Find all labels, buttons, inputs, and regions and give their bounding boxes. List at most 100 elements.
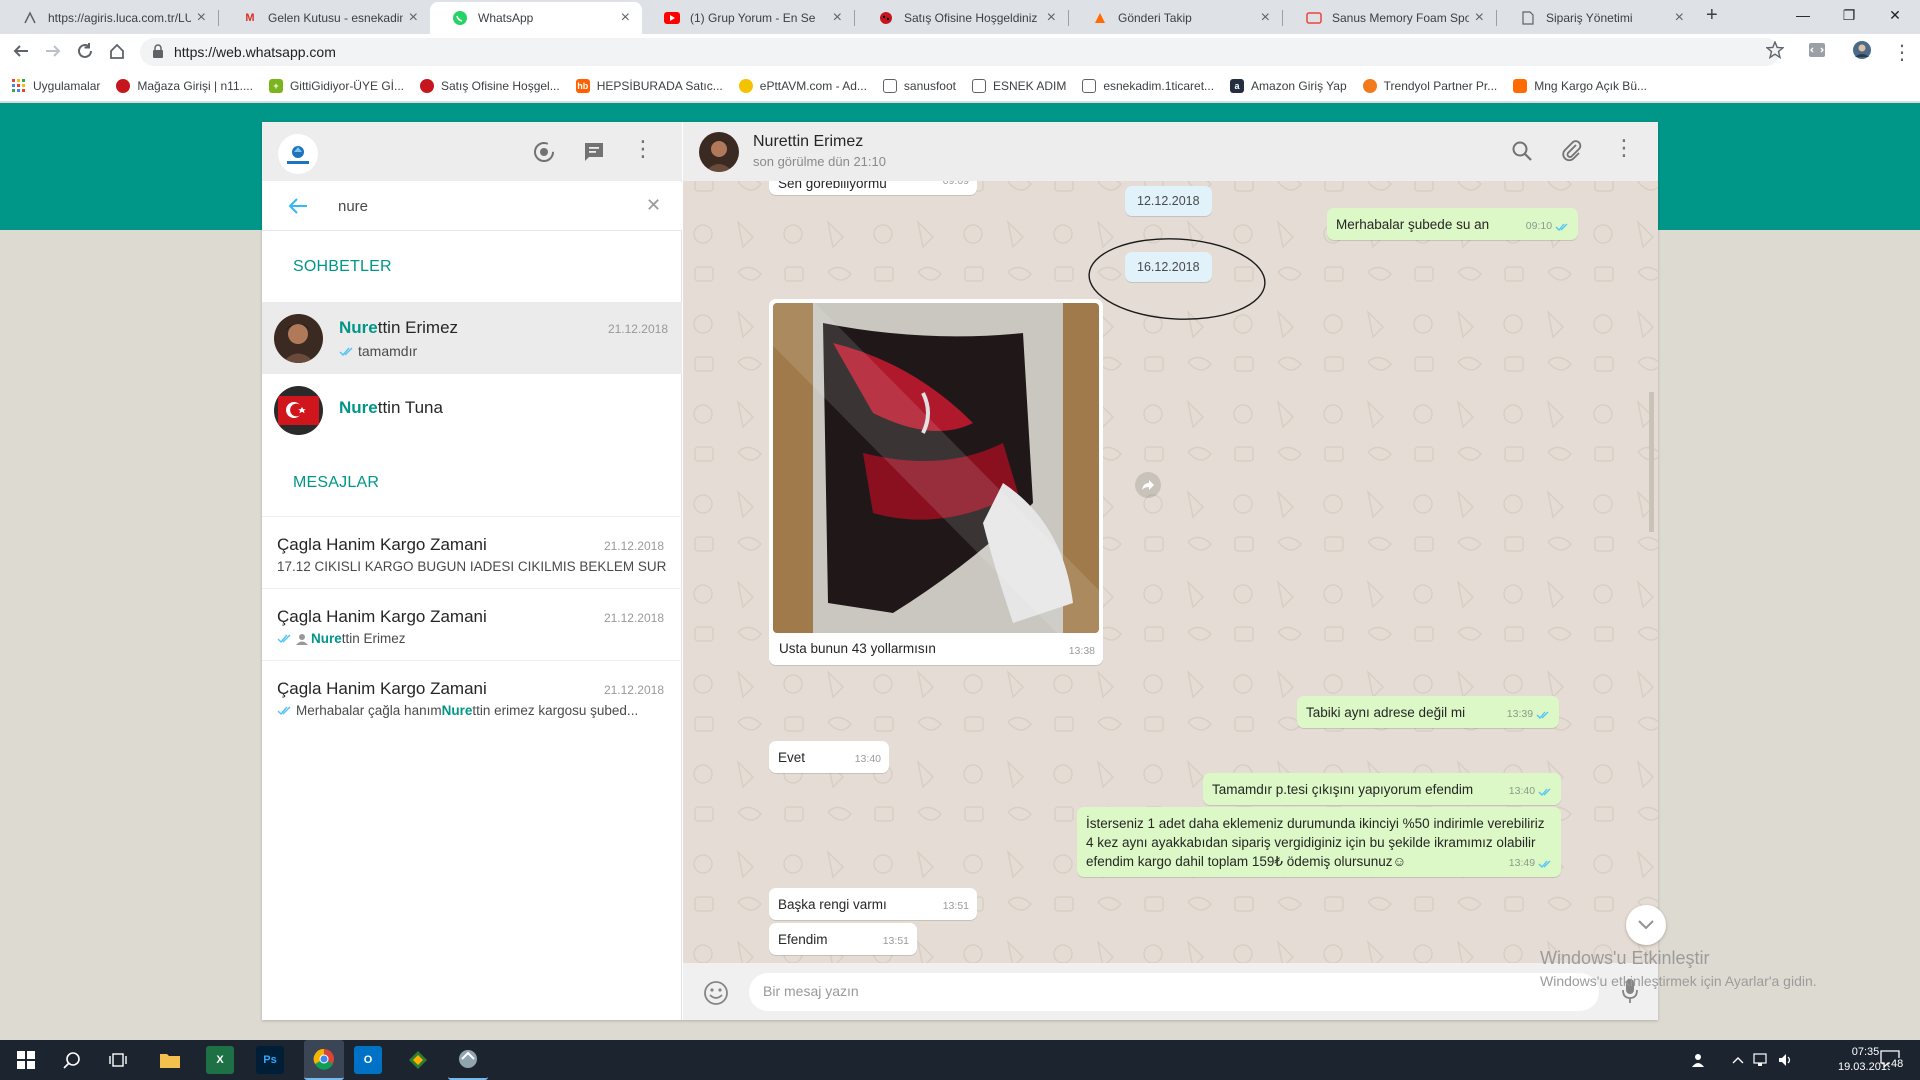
bookmark-label: esnekadim.1ticaret... xyxy=(1103,78,1215,93)
tab-satis-ofisi[interactable]: Satış Ofisine Hoşgeldiniz - n × xyxy=(856,2,1068,34)
message-result-row[interactable]: Çagla Hanim Kargo Zamani 21.12.2018 17.1… xyxy=(262,516,682,588)
message-bubble-incoming[interactable]: Evet 13:40 xyxy=(769,741,889,773)
star-icon[interactable] xyxy=(1766,41,1784,59)
bookmark-satis-ofisi[interactable]: Satış Ofisine Hoşgel... xyxy=(420,78,560,93)
scroll-down-button[interactable] xyxy=(1626,905,1666,945)
close-tab-icon[interactable]: × xyxy=(833,9,842,27)
message-status: 13:39 xyxy=(1507,705,1551,724)
new-chat-icon[interactable] xyxy=(582,140,606,164)
windows-start-icon[interactable] xyxy=(12,1046,40,1074)
bookmark-gittigidiyor[interactable]: + GittiGidiyor-ÜYE Gİ... xyxy=(268,78,404,93)
tab-luca[interactable]: https://agiris.luca.com.tr/LU × xyxy=(0,2,218,34)
close-tab-icon[interactable]: × xyxy=(197,9,206,27)
bookmark-hepsiburada[interactable]: hb HEPSİBURADA Satıc... xyxy=(575,78,723,93)
minimize-button[interactable]: — xyxy=(1780,0,1826,30)
double-check-icon xyxy=(1536,711,1549,719)
tab-youtube[interactable]: (1) Grup Yorum - En Se × xyxy=(642,2,854,34)
search-icon[interactable] xyxy=(1511,140,1533,162)
message-bubble-incoming[interactable]: Başka rengi varmı 13:51 xyxy=(769,888,977,920)
extension-icon[interactable] xyxy=(1808,41,1826,59)
shoe-box-photo[interactable] xyxy=(773,303,1099,633)
message-bubble-incoming[interactable]: Efendim 13:51 xyxy=(769,923,917,955)
conversation-menu-icon[interactable]: ⋮ xyxy=(1613,135,1635,161)
bookmark-1ticaret[interactable]: esnekadim.1ticaret... xyxy=(1082,78,1215,93)
tab-gonderi-takip[interactable]: Gönderi Takip × xyxy=(1070,2,1282,34)
double-check-icon xyxy=(277,705,293,716)
volume-icon[interactable] xyxy=(1776,1046,1796,1074)
back-arrow-icon[interactable] xyxy=(12,42,30,60)
message-time: 13:51 xyxy=(942,900,969,912)
bookmark-label: Trendyol Partner Pr... xyxy=(1383,78,1498,93)
page-icon xyxy=(1520,10,1536,26)
date-chip: 12.12.2018 xyxy=(1125,186,1212,216)
file-explorer-icon[interactable] xyxy=(156,1046,184,1074)
bookmark-esnek-adim[interactable]: ESNEK ADIM xyxy=(971,78,1067,93)
bookmark-label: ESNEK ADIM xyxy=(992,78,1067,93)
chevron-up-icon[interactable] xyxy=(1728,1046,1748,1074)
excel-icon[interactable]: X xyxy=(206,1046,234,1074)
message-bubble-outgoing[interactable]: İsterseniz 1 adet daha eklemeniz durumun… xyxy=(1077,807,1561,877)
tab-siparis-yonetimi[interactable]: Sipariş Yönetimi × xyxy=(1498,2,1696,34)
close-window-button[interactable]: ✕ xyxy=(1872,0,1918,30)
close-tab-icon[interactable]: × xyxy=(1261,9,1270,27)
message-result-row[interactable]: Çagla Hanim Kargo Zamani 21.12.2018 Merh… xyxy=(262,660,682,732)
chat-row[interactable]: Nurettin Tuna xyxy=(262,374,682,446)
bookmark-amazon[interactable]: a Amazon Giriş Yap xyxy=(1230,78,1347,93)
message-bubble-image[interactable]: Usta bunun 43 yollarmısın 13:38 xyxy=(769,299,1103,665)
chevron-down-icon xyxy=(1638,920,1654,930)
bookmark-n11[interactable]: Mağaza Girişi | n11.... xyxy=(116,78,253,93)
home-icon[interactable] xyxy=(108,42,126,60)
message-bubble-outgoing[interactable]: Tamamdır p.tesi çıkışını yapıyorum efend… xyxy=(1203,773,1561,805)
bookmark-trendyol[interactable]: Trendyol Partner Pr... xyxy=(1362,78,1498,93)
message-result-row[interactable]: Çagla Hanim Kargo Zamani 21.12.2018 Nure… xyxy=(262,588,682,660)
status-icon[interactable] xyxy=(532,140,556,164)
bookmark-epttavm[interactable]: ePttAVM.com - Ad... xyxy=(738,78,867,93)
attach-paperclip-icon[interactable] xyxy=(1561,140,1583,162)
chrome-icon[interactable] xyxy=(304,1040,344,1080)
people-icon[interactable] xyxy=(1690,1046,1710,1074)
notification-center-icon[interactable]: 48 xyxy=(1880,1050,1906,1070)
restore-button[interactable]: ❐ xyxy=(1826,0,1872,30)
browser-menu-icon[interactable]: ⋮ xyxy=(1892,40,1912,65)
bookmark-mng-kargo[interactable]: Mng Kargo Açık Bü... xyxy=(1513,78,1647,93)
clear-search-icon[interactable]: ✕ xyxy=(646,195,661,216)
profile-avatar-icon[interactable] xyxy=(1852,40,1872,60)
close-tab-icon[interactable]: × xyxy=(1047,9,1056,27)
contact-name[interactable]: Nurettin Erimez xyxy=(753,133,863,151)
sidebar: ⋮ nure ✕ SOHBETLER Nurettin Erimez tamam… xyxy=(262,122,682,1020)
outlook-icon[interactable]: O xyxy=(354,1046,382,1074)
close-tab-icon[interactable]: × xyxy=(1675,9,1684,27)
reload-icon[interactable] xyxy=(76,42,94,60)
bookmark-apps[interactable]: Uygulamalar xyxy=(12,78,101,93)
contact-avatar[interactable] xyxy=(699,132,739,172)
close-tab-icon[interactable]: × xyxy=(621,9,630,27)
search-input[interactable]: nure xyxy=(338,198,368,215)
ladybug-icon xyxy=(878,10,894,26)
bookmark-label: Uygulamalar xyxy=(33,78,101,93)
message-bubble-outgoing[interactable]: Tabiki aynı adrese değil mi 13:39 xyxy=(1297,696,1559,728)
bookmark-sanusfoot[interactable]: sanusfoot xyxy=(882,78,956,93)
tab-gmail[interactable]: M Gelen Kutusu - esnekadim@ × xyxy=(220,2,430,34)
network-icon[interactable] xyxy=(1752,1046,1772,1074)
sidebar-menu-icon[interactable]: ⋮ xyxy=(632,136,656,161)
forward-icon[interactable] xyxy=(1135,472,1161,498)
tab-sanus[interactable]: Sanus Memory Foam Spor × xyxy=(1284,2,1496,34)
tab-whatsapp[interactable]: WhatsApp × xyxy=(430,2,642,34)
address-bar[interactable]: https://web.whatsapp.com xyxy=(140,38,1780,66)
app-icon[interactable] xyxy=(404,1046,432,1074)
close-tab-icon[interactable]: × xyxy=(1475,9,1484,27)
message-input[interactable]: Bir mesaj yazın xyxy=(749,973,1599,1011)
search-back-arrow-icon[interactable] xyxy=(288,197,308,215)
task-view-icon[interactable] xyxy=(104,1046,132,1074)
my-avatar[interactable] xyxy=(278,134,318,174)
close-tab-icon[interactable]: × xyxy=(409,9,418,27)
message-bubble-outgoing[interactable]: Merhabalar şubede su an 09:10 xyxy=(1327,208,1578,240)
bookmark-label: GittiGidiyor-ÜYE Gİ... xyxy=(289,78,404,93)
chat-row[interactable]: Nurettin Erimez tamamdır 21.12.2018 xyxy=(262,302,682,374)
emoji-icon[interactable] xyxy=(703,980,729,1006)
new-tab-button[interactable]: + xyxy=(1706,4,1718,27)
app-icon[interactable] xyxy=(448,1040,488,1080)
photoshop-icon[interactable]: Ps xyxy=(256,1046,284,1074)
forward-arrow-icon[interactable] xyxy=(44,42,62,60)
search-icon[interactable] xyxy=(58,1046,86,1074)
